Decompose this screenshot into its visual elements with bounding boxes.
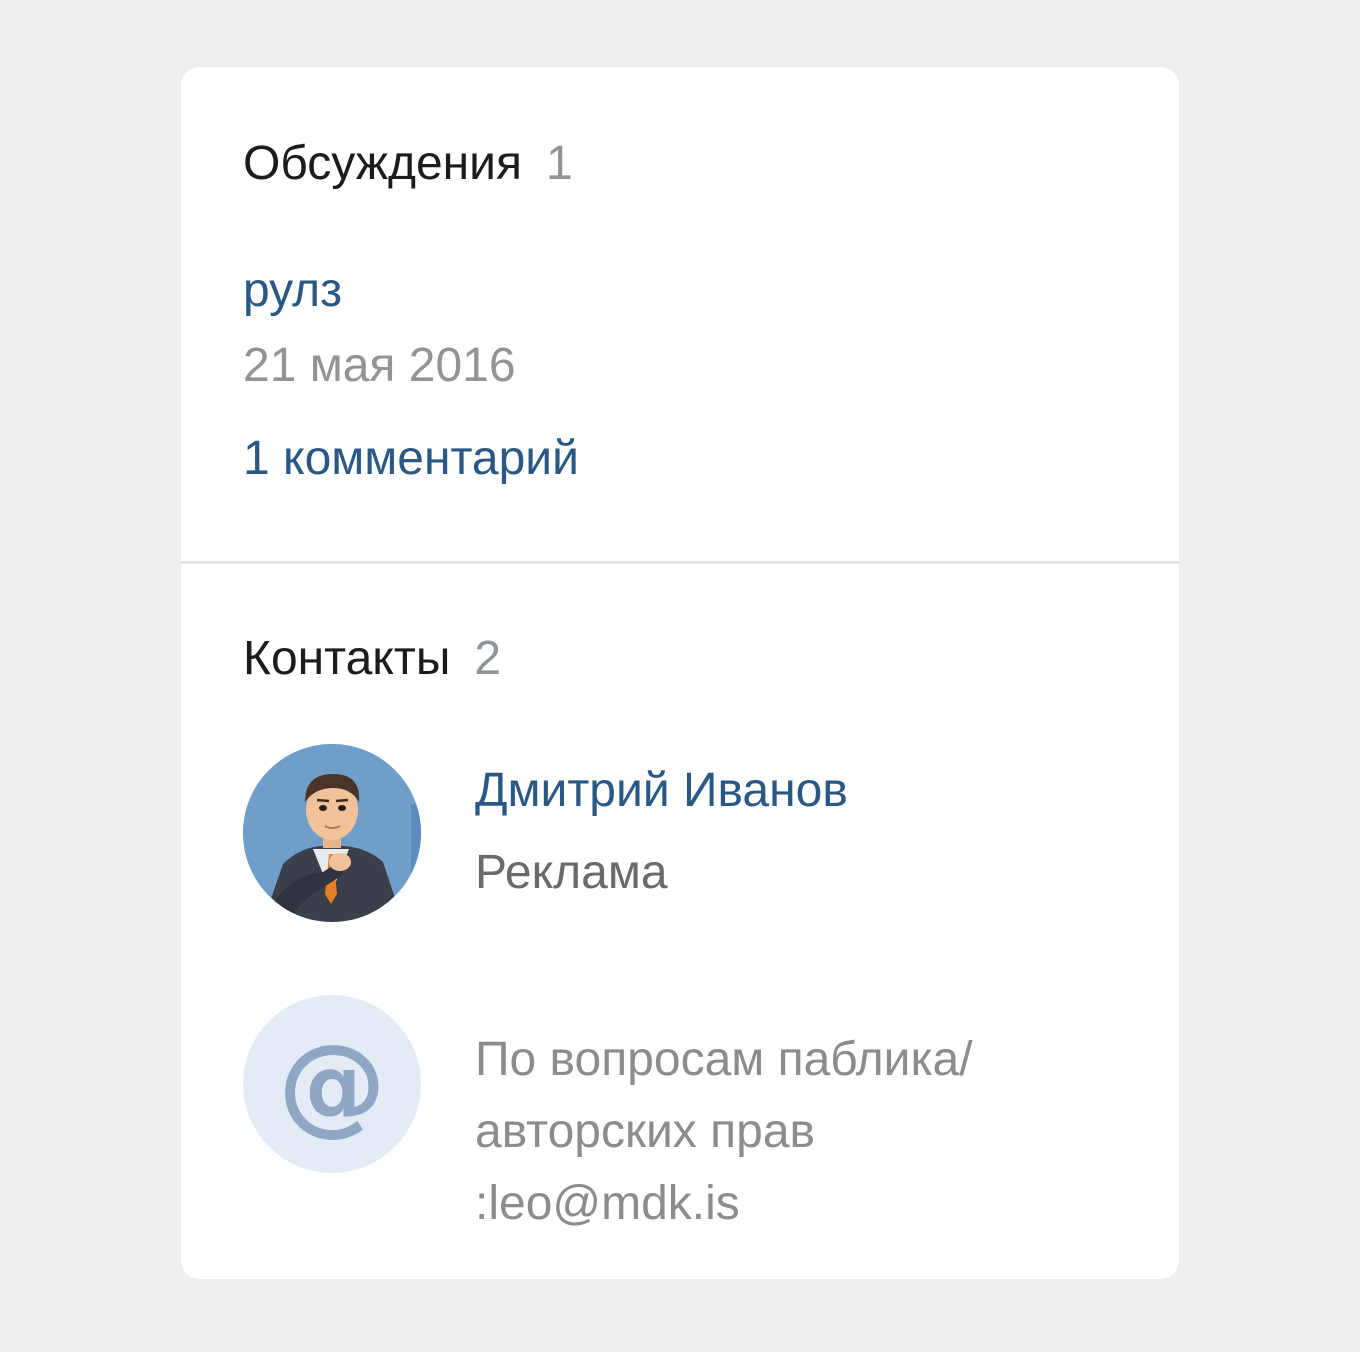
contact-email-line: По вопросам паблика/: [475, 1033, 973, 1086]
community-sidebar-card: Обсуждения 1 рулз 21 мая 2016 1 комментар…: [181, 67, 1179, 1279]
contact-avatar[interactable]: [243, 744, 421, 922]
contacts-header[interactable]: Контакты 2: [243, 635, 501, 683]
discussions-title: Обсуждения: [243, 137, 522, 190]
contacts-count: 2: [474, 632, 502, 685]
contact-description: Реклама: [475, 846, 668, 899]
cartoon-businessman-avatar-icon: [243, 744, 421, 922]
topic-title-link[interactable]: рулз: [243, 267, 342, 315]
contact-email-line[interactable]: :leo@mdk.is: [475, 1168, 1115, 1240]
contact-email-info: По вопросам паблика/ авторских прав :leo…: [475, 1024, 1115, 1240]
topic-comments-link[interactable]: 1 комментарий: [243, 435, 579, 483]
at-sign-icon: @: [243, 995, 421, 1173]
discussions-count: 1: [545, 137, 573, 190]
discussions-header[interactable]: Обсуждения 1: [243, 140, 573, 188]
contacts-title: Контакты: [243, 632, 451, 685]
contact-name-link[interactable]: Дмитрий Иванов: [475, 767, 848, 815]
topic-date: 21 мая 2016: [243, 339, 516, 392]
contact-email-line: авторских прав: [475, 1105, 816, 1158]
section-divider: [181, 561, 1179, 564]
